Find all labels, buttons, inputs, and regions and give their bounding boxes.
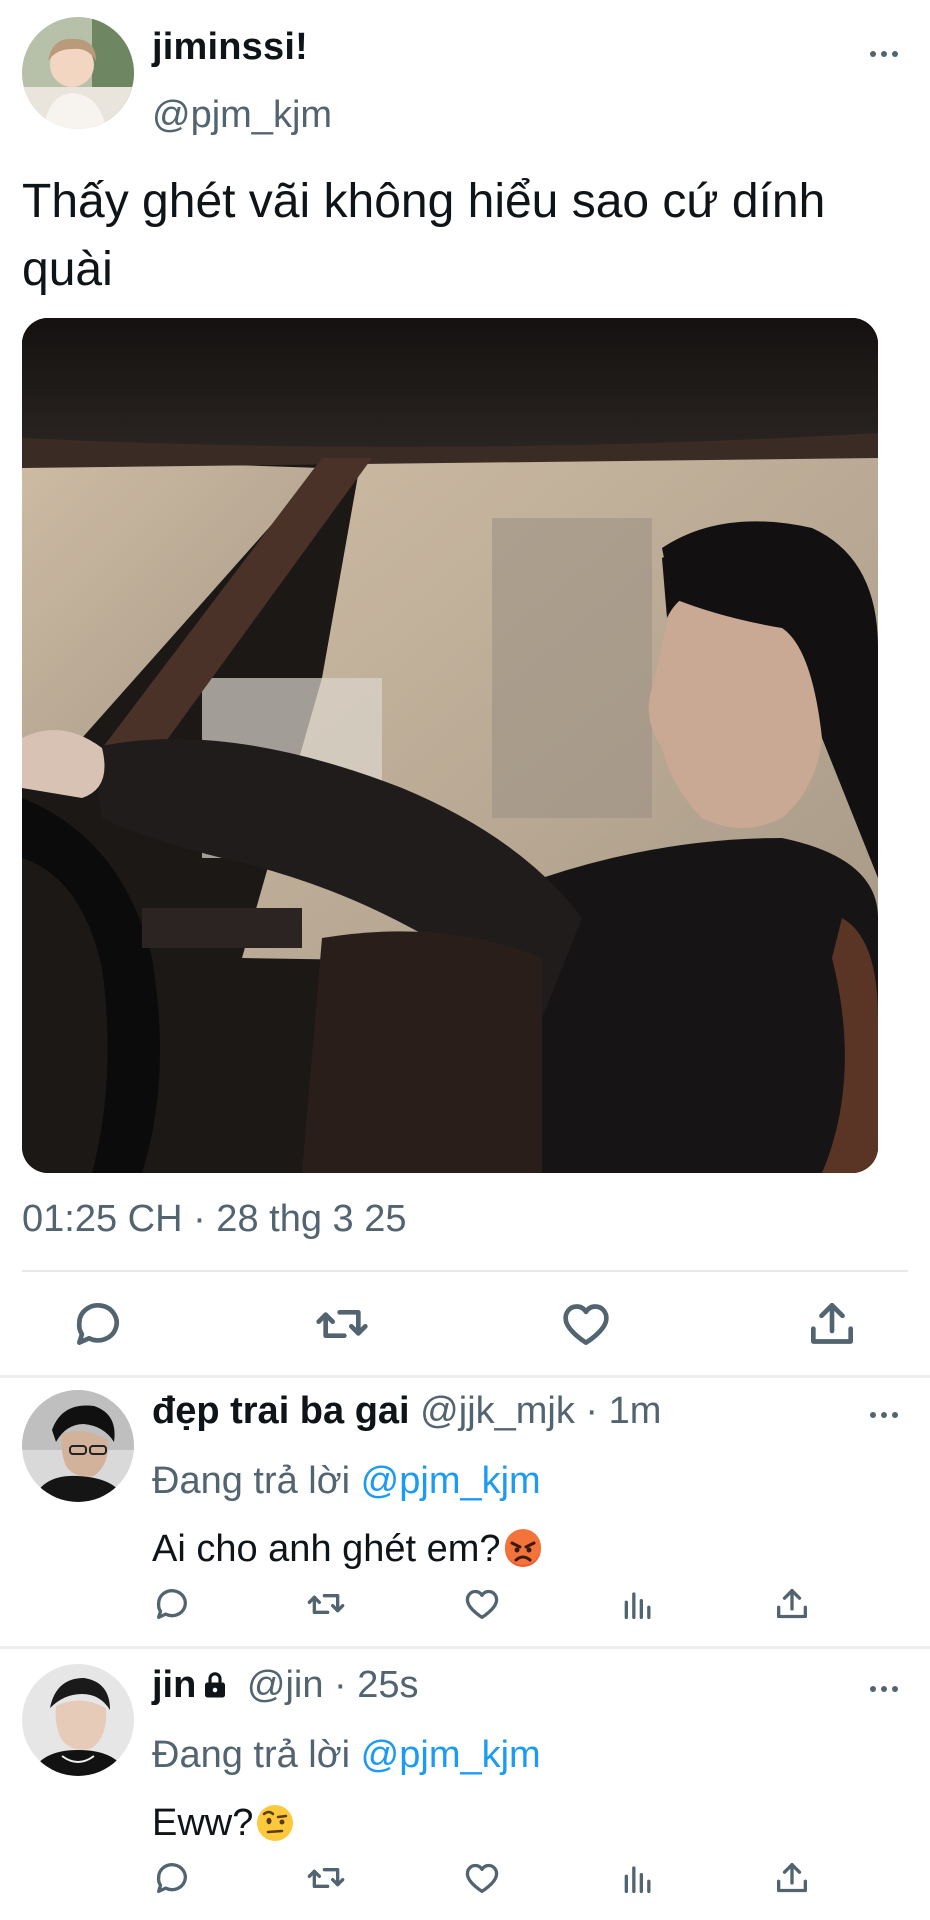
reply-text: Ai cho anh ghét em? [152,1528,501,1570]
share-icon[interactable] [804,1296,860,1352]
reply-icon[interactable] [70,1296,126,1352]
retweet-icon[interactable] [306,1584,346,1624]
reply-handle-time[interactable]: @jjk_mjk · 1m [410,1390,661,1432]
share-icon[interactable] [772,1584,812,1624]
reply-avatar[interactable] [22,1664,134,1776]
retweet-icon[interactable] [306,1858,346,1898]
main-tweet: jiminssi! @pjm_kjm Thấy ghét vãi không h… [0,0,930,1375]
analytics-icon[interactable] [618,1584,658,1624]
like-icon[interactable] [462,1858,502,1898]
reply-text-line: Ai cho anh ghét em? [152,1528,543,1571]
like-icon[interactable] [558,1296,614,1352]
replying-prefix: Đang trả lời [152,1460,361,1502]
raised-eyebrow-emoji [255,1803,295,1843]
author-display-name[interactable]: jiminssi! [152,26,308,69]
reply-tweet: đẹp trai ba gai @jjk_mjk · 1m Đang trả l… [0,1378,930,1646]
analytics-icon[interactable] [618,1858,658,1898]
reply-header: jin @jin · 25s [152,1664,419,1707]
reply-display-name[interactable]: đẹp trai ba gai [152,1390,410,1432]
share-icon[interactable] [772,1858,812,1898]
reply-text: Eww? [152,1802,254,1844]
more-options-icon[interactable] [864,1674,904,1704]
tweet-media-image[interactable] [22,318,878,1173]
retweet-icon[interactable] [314,1296,370,1352]
tweet-text: Thấy ghét vãi không hiểu sao cứ dính quà… [22,175,826,296]
replying-prefix: Đang trả lời [152,1734,361,1776]
tweet-action-bar [0,1296,930,1352]
reply-handle-time[interactable]: @jin · 25s [236,1664,419,1706]
divider [22,1270,908,1272]
like-icon[interactable] [462,1584,502,1624]
mention-link[interactable]: @pjm_kjm [361,1734,541,1776]
lock-icon [200,1667,230,1698]
reply-header: đẹp trai ba gai @jjk_mjk · 1m [152,1390,661,1433]
angry-face-emoji [503,1529,543,1569]
reply-avatar[interactable] [22,1390,134,1502]
reply-text-line: Eww? [152,1802,295,1845]
author-avatar[interactable] [22,17,134,129]
reply-icon[interactable] [152,1858,192,1898]
replying-to: Đang trả lời @pjm_kjm [152,1734,541,1777]
more-options-icon[interactable] [864,1400,904,1430]
more-options-icon[interactable] [864,39,904,69]
tweet-timestamp[interactable]: 01:25 CH · 28 thg 3 25 [22,1198,406,1241]
replying-to: Đang trả lời @pjm_kjm [152,1460,541,1503]
mention-link[interactable]: @pjm_kjm [361,1460,541,1502]
author-handle[interactable]: @pjm_kjm [152,94,332,137]
reply-icon[interactable] [152,1584,192,1624]
reply-display-name[interactable]: jin [152,1664,196,1706]
reply-tweet: jin @jin · 25s Đang trả lời @pjm_kjm Eww… [0,1652,930,1920]
section-divider [0,1646,930,1649]
